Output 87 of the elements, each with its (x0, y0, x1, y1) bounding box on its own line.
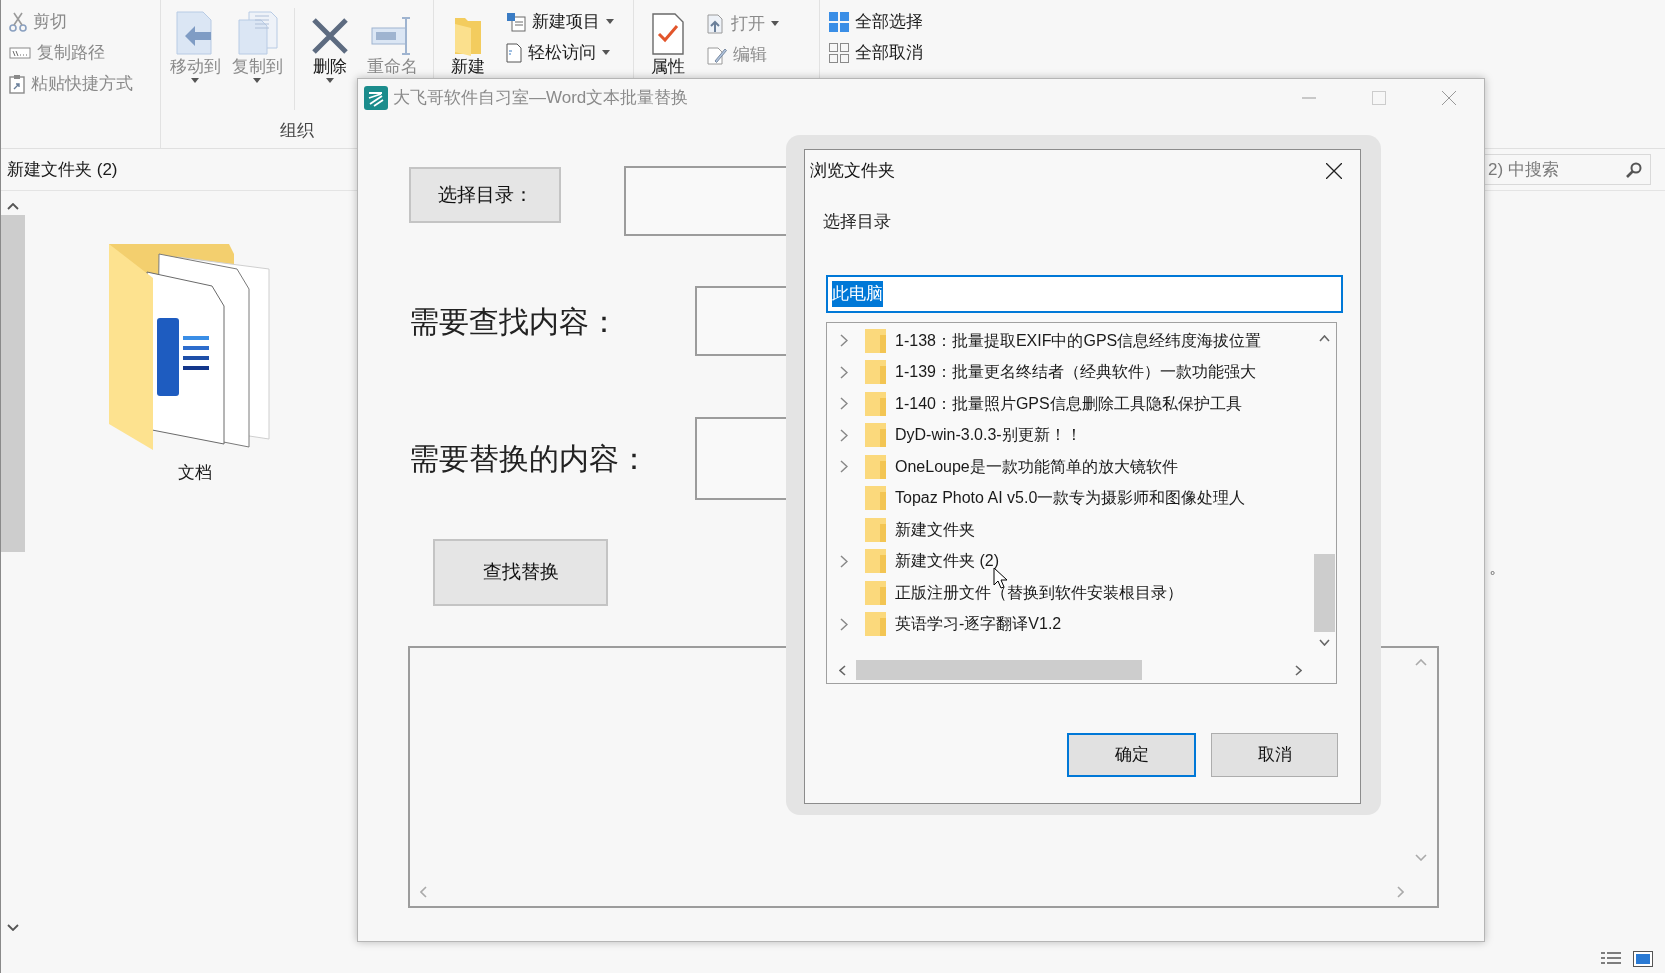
copy-path-icon (9, 46, 31, 59)
details-text: 。 (1489, 557, 1506, 579)
find-label: 需要查找内容： (409, 303, 620, 340)
edit-icon (707, 44, 727, 65)
folder-row[interactable]: 1-140：批量照片GPS信息删除工具隐私保护工具 (827, 388, 1313, 420)
large-icons-view-icon (1633, 951, 1653, 967)
properties-icon (651, 12, 685, 56)
scrollbar-thumb[interactable] (856, 660, 1142, 680)
close-icon (1442, 90, 1456, 105)
ribbon-button[interactable]: 全部选择 (829, 6, 923, 37)
document-icon (506, 42, 522, 63)
address-path[interactable]: 新建文件夹 (2) (7, 156, 118, 183)
folder-icon (865, 423, 886, 448)
window-title: 大飞哥软件自习室—Word文本批量替换 (393, 86, 689, 109)
folder-row[interactable]: 1-139：批量更名终结者（经典软件）一款功能强大 (827, 356, 1313, 388)
caret-icon (326, 78, 334, 83)
chevron-down-icon (1319, 639, 1330, 646)
folder-row[interactable]: 新建文件夹 (827, 514, 1313, 546)
ribbon-button[interactable]: 新建项目 (506, 6, 614, 37)
minimize-icon (1302, 96, 1316, 99)
folder-row[interactable]: 正版注册文件（替换到软件安装根目录） (827, 577, 1313, 609)
clipboard-icon (9, 73, 25, 94)
folder-tree[interactable] (826, 322, 1337, 684)
chevron-up-icon (7, 203, 19, 210)
grid-outline-icon (829, 42, 849, 63)
open-icon (707, 13, 725, 34)
chevron-up-icon (1415, 659, 1427, 666)
ok-button[interactable]: 确定 (1067, 733, 1196, 777)
expand-chevron-icon (840, 617, 848, 631)
ribbon-button[interactable]: 删除 (300, 0, 360, 118)
chevron-right-icon (1295, 665, 1302, 676)
scrollbar-thumb[interactable] (1, 215, 25, 552)
copy-icon (235, 10, 279, 56)
folder-icon (865, 549, 886, 574)
folder-icon (865, 486, 886, 511)
expand-chevron-icon (840, 397, 848, 411)
chevron-down-icon (1415, 854, 1427, 861)
cancel-button[interactable]: 取消 (1211, 733, 1338, 777)
folder-row[interactable]: Topaz Photo AI v5.0一款专为摄影师和图像处理人 (827, 482, 1313, 514)
chevron-up-icon (1319, 335, 1330, 342)
folder-row[interactable]: 新建文件夹 (2) (827, 545, 1313, 577)
expand-chevron-icon (840, 428, 848, 442)
chevron-down-icon (7, 924, 19, 931)
folder-icon (865, 360, 886, 385)
folder-item[interactable]: 文档 (107, 242, 282, 486)
folder-icon (865, 612, 886, 637)
new-item-icon (506, 11, 526, 32)
search-icon (1626, 161, 1642, 178)
dialog-prompt: 选择目录 (823, 211, 892, 233)
caret-icon (606, 19, 614, 24)
ribbon-button[interactable]: 全部取消 (829, 37, 923, 68)
caret-icon (191, 78, 199, 83)
cursor-icon (993, 567, 1007, 589)
caret-icon (253, 78, 261, 83)
scrollbar-thumb[interactable] (1314, 554, 1335, 632)
folder-path-field[interactable]: 此电脑 (826, 275, 1343, 313)
maximize-icon (1372, 90, 1386, 105)
delete-icon (310, 16, 350, 56)
folder-icon (865, 391, 886, 416)
dialog-title: 浏览文件夹 (810, 160, 895, 183)
folder-icon (865, 580, 886, 605)
folder-row[interactable]: DyD-win-3.0.3-别更新！！ (827, 419, 1313, 451)
details-view-icon (1601, 951, 1621, 967)
close-icon (1326, 163, 1342, 179)
ribbon-button[interactable]: 轻松访问 (506, 37, 614, 68)
caret-icon (771, 21, 779, 26)
app-logo-icon (364, 85, 388, 110)
replace-label: 需要替换的内容： (409, 441, 650, 477)
choose-directory-button[interactable]: 选择目录： (409, 167, 561, 223)
group-label: 组织 (280, 120, 314, 142)
chevron-right-icon (1397, 886, 1404, 898)
scissors-icon (9, 11, 27, 32)
folder-row[interactable]: OneLoupe是一款功能简单的放大镜软件 (827, 451, 1313, 483)
caret-icon (602, 50, 610, 55)
grid-icon (829, 11, 849, 32)
expand-chevron-icon (840, 460, 848, 474)
folder-row[interactable]: 1-138：批量提取EXIF中的GPS信息经纬度海拔位置 (827, 325, 1313, 357)
folder-icon (865, 517, 886, 542)
expand-chevron-icon (840, 365, 848, 379)
chevron-left-icon (839, 665, 846, 676)
folder-row[interactable]: 英语学习-逐字翻译V1.2 (827, 608, 1313, 640)
chevron-left-icon (420, 886, 427, 898)
folder-icon (865, 328, 886, 353)
find-replace-button[interactable]: 查找替换 (433, 539, 608, 606)
expand-chevron-icon (840, 554, 848, 568)
folder-icon (865, 454, 886, 479)
expand-chevron-icon (840, 334, 848, 348)
